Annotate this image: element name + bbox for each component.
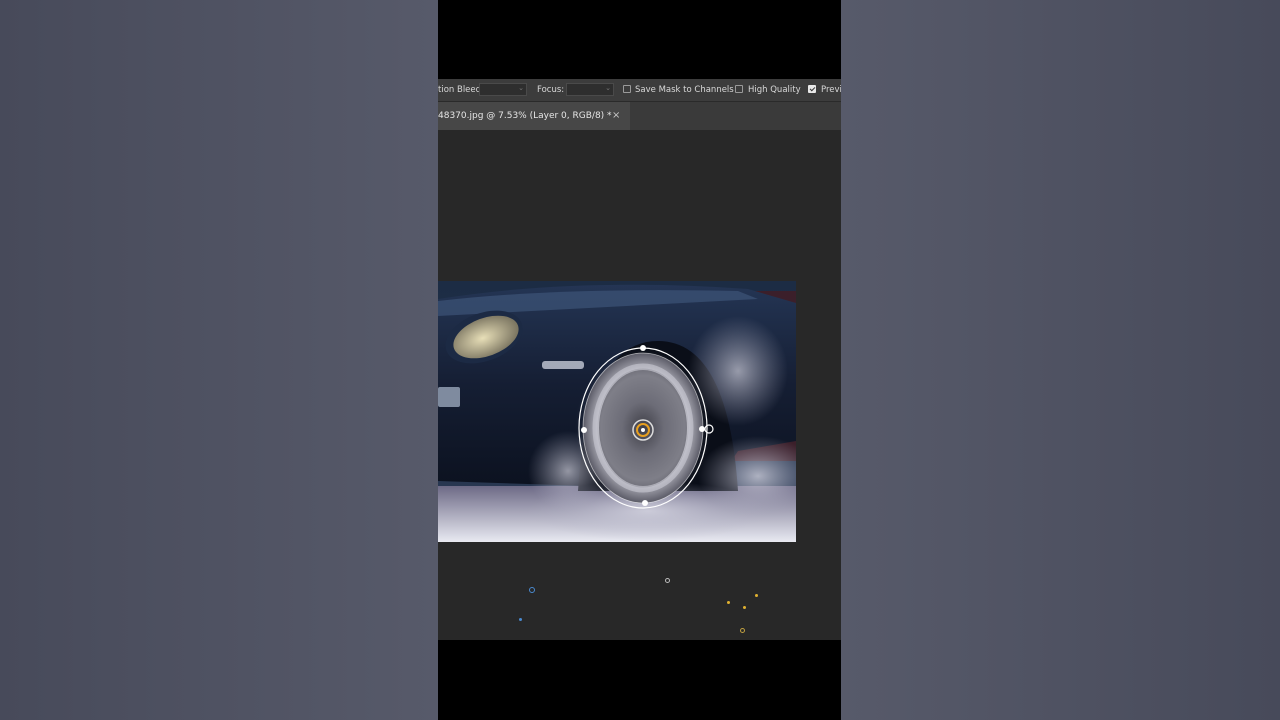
particle-dot (727, 601, 730, 604)
motion-bleed-field[interactable]: ⌄ (479, 83, 527, 96)
video-frame: tion Bleed: ⌄ Focus: ⌄ Save Mask to Chan… (438, 0, 841, 720)
high-quality-label: High Quality (748, 85, 801, 95)
motion-bleed-label: tion Bleed: (438, 85, 484, 95)
document-tab-bar: 48370.jpg @ 7.53% (Layer 0, RGB/8) * × (438, 102, 841, 130)
particle-dot (529, 587, 535, 593)
document-canvas[interactable] (438, 130, 841, 640)
particle-dot (519, 618, 522, 621)
document-tab-title: 48370.jpg @ 7.53% (Layer 0, RGB/8) * (438, 111, 612, 121)
preview-checkbox[interactable] (808, 85, 816, 93)
particle-dot (665, 578, 670, 583)
document-tab[interactable]: 48370.jpg @ 7.53% (Layer 0, RGB/8) * × (438, 102, 630, 130)
chevron-down-icon: ⌄ (518, 84, 524, 92)
particle-dot (755, 594, 758, 597)
preview-label: Previ (821, 85, 841, 95)
save-mask-checkbox[interactable] (623, 85, 631, 93)
high-quality-checkbox[interactable] (735, 85, 743, 93)
background-left (0, 0, 438, 720)
particle-dot (743, 606, 746, 609)
focus-label: Focus: (537, 85, 565, 95)
particle-dot (740, 628, 745, 633)
focus-field[interactable]: ⌄ (566, 83, 614, 96)
letterbox-bottom (438, 640, 841, 720)
car-photo (438, 281, 796, 542)
save-mask-label: Save Mask to Channels (635, 85, 734, 95)
blur-options-bar: tion Bleed: ⌄ Focus: ⌄ Save Mask to Chan… (438, 79, 841, 102)
chevron-down-icon: ⌄ (605, 84, 611, 92)
close-icon[interactable]: × (612, 102, 620, 130)
letterbox-top (438, 0, 841, 79)
background-right (841, 0, 1280, 720)
car-image-svg (438, 281, 796, 542)
